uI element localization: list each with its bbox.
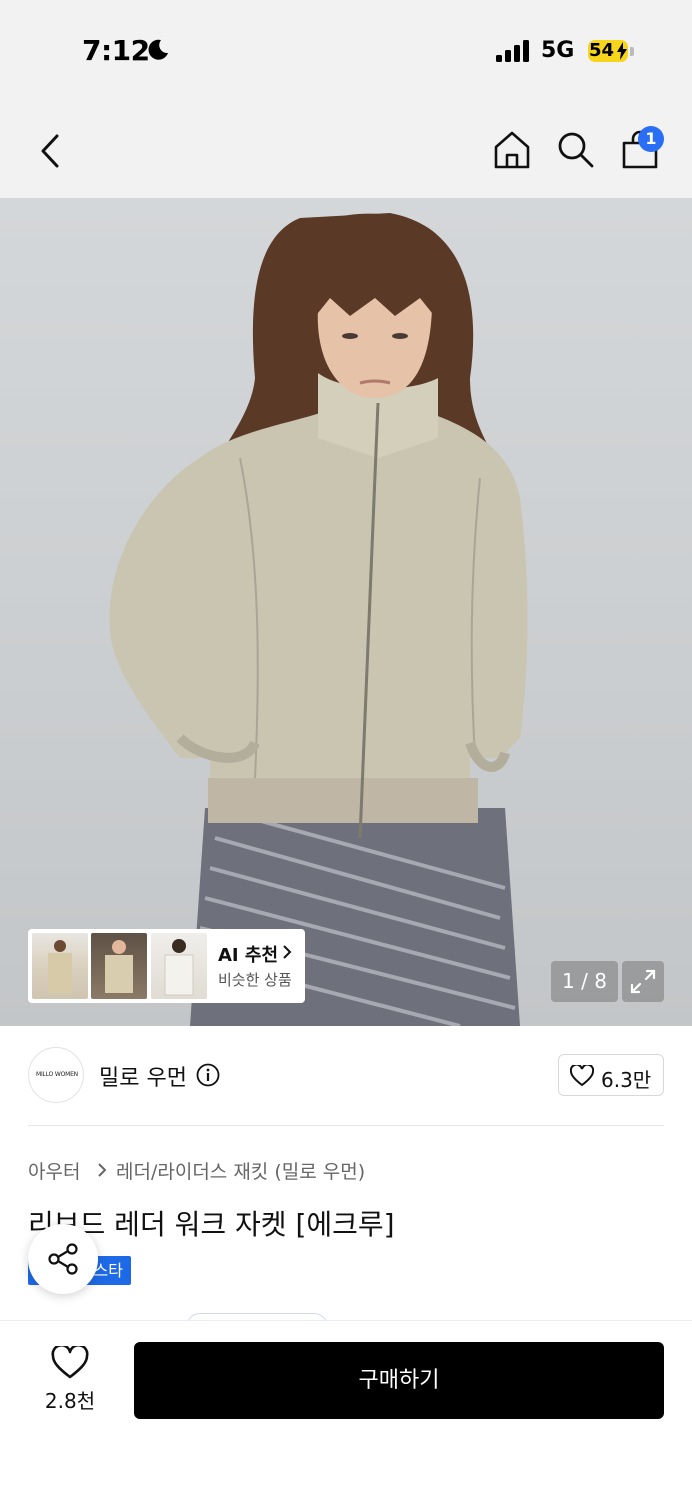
cart-count-badge: 1 — [638, 126, 664, 152]
expand-icon — [630, 969, 656, 994]
image-counter: 1 / 8 — [551, 961, 618, 1002]
brand-like-count: 6.3만 — [601, 1068, 652, 1092]
home-icon[interactable] — [492, 130, 532, 170]
heart-icon — [570, 1065, 594, 1087]
chevron-right-icon — [283, 945, 292, 959]
ai-recommend-title: AI 추천 — [218, 945, 279, 966]
share-button[interactable] — [28, 1224, 98, 1294]
product-image[interactable] — [0, 198, 692, 1026]
breadcrumb-category[interactable]: 아우터 — [28, 1157, 80, 1184]
ai-thumb-3[interactable] — [151, 933, 207, 999]
battery-cap — [630, 47, 634, 56]
breadcrumb-subcategory[interactable]: 레더/라이더스 재킷 (밀로 우먼) — [116, 1157, 365, 1184]
charging-icon — [617, 42, 627, 60]
info-icon[interactable] — [196, 1063, 220, 1087]
brand-logo-text: MILLO WOMEN — [36, 1071, 78, 1078]
ai-recommend-subtitle: 비슷한 상품 — [218, 971, 292, 989]
heart-icon[interactable] — [51, 1346, 89, 1380]
ai-thumb-2[interactable] — [91, 933, 147, 999]
network-label: 5G — [541, 38, 575, 63]
divider — [28, 1125, 664, 1126]
chevron-left-icon[interactable] — [38, 134, 62, 168]
brand-logo[interactable]: MILLO WOMEN — [28, 1047, 84, 1103]
wish-count: 2.8천 — [44, 1389, 96, 1413]
expand-button[interactable] — [622, 961, 664, 1002]
brand-like-button[interactable]: 6.3만 — [558, 1054, 664, 1096]
ai-thumb-1[interactable] — [32, 933, 88, 999]
signal-icon — [496, 40, 529, 62]
search-icon[interactable] — [556, 130, 596, 170]
ai-recommend-card[interactable]: AI 추천 비슷한 상품 — [28, 929, 305, 1003]
chevron-right-icon — [98, 1163, 107, 1177]
status-time: 7:12 — [82, 34, 150, 67]
product-photo-illustration — [109, 213, 528, 1026]
brand-name[interactable]: 밀로 우먼 — [99, 1060, 187, 1092]
battery-text: 54 — [589, 40, 615, 61]
share-icon — [48, 1243, 78, 1275]
moon-icon — [148, 39, 168, 60]
buy-button[interactable]: 구매하기 — [134, 1342, 664, 1419]
